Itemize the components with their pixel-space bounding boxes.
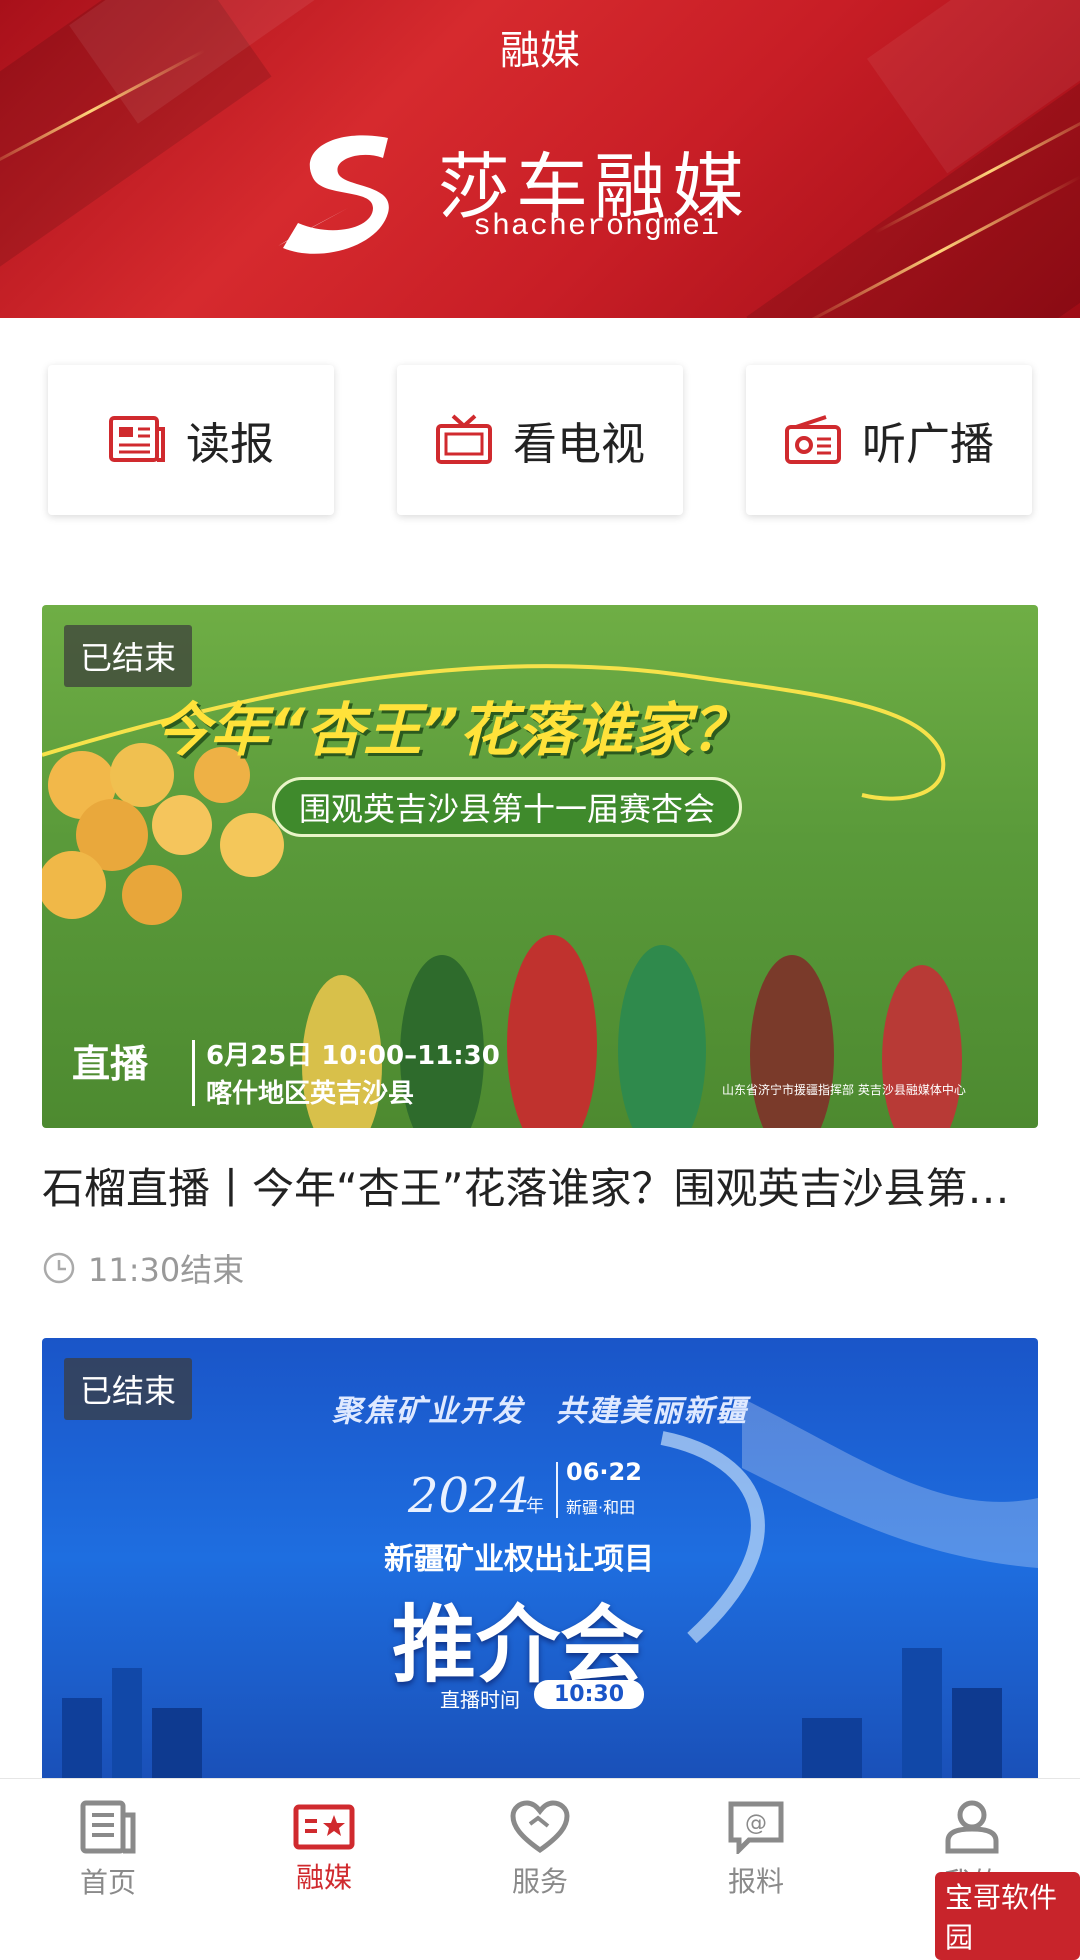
report-chat-icon: @ (728, 1801, 784, 1854)
live-time: 10:30 (534, 1680, 645, 1709)
tab-media[interactable]: 融媒 (216, 1779, 432, 1921)
banner-location: 喀什地区英吉沙县 (206, 1079, 415, 1109)
tab-report[interactable]: @ 报料 (648, 1779, 864, 1921)
banner-year-unit: 年 (526, 1496, 544, 1517)
tv-icon (436, 414, 492, 464)
tab-home[interactable]: 首页 (0, 1779, 216, 1921)
status-badge: 已结束 (64, 625, 193, 687)
tab-label: 首页 (79, 1866, 136, 1899)
banner-sponsors: 山东省济宁市援疆指挥部 英吉沙县融媒体中心 (722, 1083, 966, 1097)
banner-subtitle: 新疆矿业权出让项目 (384, 1542, 654, 1577)
watch-tv-button[interactable]: 看电视 (397, 365, 683, 515)
tab-services[interactable]: 服务 (432, 1779, 648, 1921)
card-meta-text: 11:30结束 (88, 1251, 245, 1289)
live-card-banner-apricot[interactable]: 已结束 今年“杏王”花落谁家？ 围观英吉沙县第十一届赛杏会 直播 6月25日 1… (42, 605, 1038, 1128)
banner-headline: 今年“杏王”花落谁家？ (152, 696, 749, 764)
radio-icon (785, 415, 841, 464)
tab-label: 融媒 (295, 1861, 352, 1894)
card-meta: 11:30结束 (42, 1245, 244, 1291)
heart-service-icon (510, 1800, 570, 1854)
live-label: 直播 (72, 1042, 149, 1086)
banner-divider (556, 1462, 558, 1518)
listen-radio-label: 听广播 (862, 419, 994, 470)
header-banner: 融媒 莎车融媒 shacherongmei (0, 0, 1080, 318)
read-newspaper-button[interactable]: 读报 (48, 365, 334, 515)
listen-radio-button[interactable]: 听广播 (746, 365, 1032, 515)
banner-subheadline: 围观英吉沙县第十一届赛杏会 (272, 777, 743, 837)
banner-place: 新疆·和田 (566, 1498, 636, 1517)
read-newspaper-label: 读报 (186, 419, 274, 470)
status-badge: 已结束 (64, 1358, 193, 1420)
brand-subtitle: shacherongmei (473, 210, 721, 244)
card-title[interactable]: 石榴直播丨今年“杏王”花落谁家？围观英吉沙县第十一届赛杏会 (42, 1155, 1042, 1216)
banner-date: 06·22 (566, 1458, 642, 1486)
brand-logo: 莎车融媒 shacherongmei (278, 128, 798, 258)
media-star-icon (293, 1804, 355, 1850)
watch-tv-label: 看电视 (513, 419, 645, 470)
banner-year: 2024 (408, 1468, 531, 1524)
live-time-label: 直播时间 (440, 1688, 520, 1712)
banner-slogan: 聚焦矿业开发 共建美丽新疆 (332, 1394, 748, 1429)
bottom-tab-bar: 首页 融媒 服务 @ 报料 我的 (0, 1778, 1080, 1921)
watermark: 宝哥软件园 (935, 1872, 1080, 1960)
clock-icon (43, 1252, 75, 1284)
newspaper-icon (109, 416, 165, 462)
home-news-icon (80, 1800, 136, 1854)
page-title: 融媒 (500, 28, 580, 74)
tab-label: 服务 (511, 1865, 568, 1898)
svg-text:@: @ (745, 1811, 767, 1836)
banner-divider (192, 1040, 195, 1106)
live-card-banner-mining[interactable]: 已结束 聚焦矿业开发 共建美丽新疆 2024 年 06·22 新疆·和田 新疆矿… (42, 1338, 1038, 1778)
banner-date-time: 6月25日 10:00–11:30 (206, 1041, 500, 1071)
tab-label: 报料 (727, 1865, 784, 1898)
logo-s-icon (278, 135, 389, 254)
user-icon (945, 1800, 999, 1854)
